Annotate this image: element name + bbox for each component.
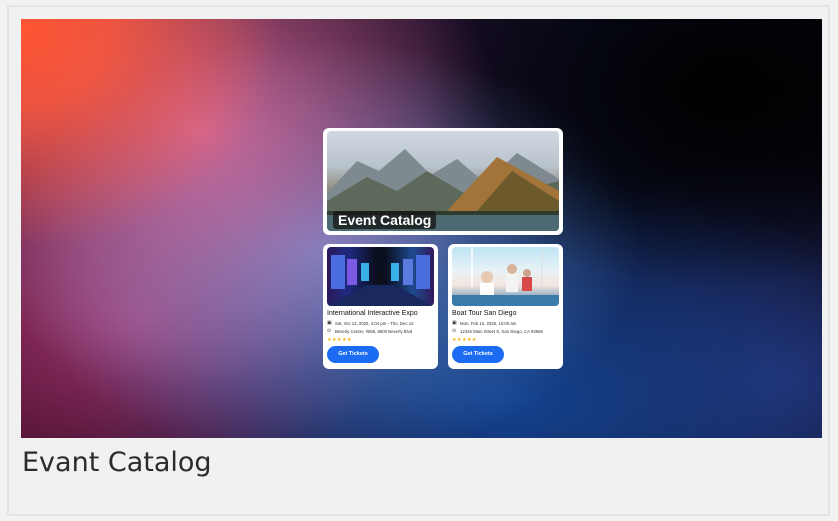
event-date: ▣ Sat, Oct 12, 2025, 4:04 pm - Thu, Dec …: [327, 320, 414, 327]
event-name: International Interactive Expo: [327, 310, 418, 317]
event-date-text: Mon, Feb 10, 2025, 10:00 am: [460, 321, 517, 326]
catalog-banner-card: Event Catalog: [323, 128, 563, 235]
boat-tour-illustration: [452, 247, 559, 306]
event-date-text: Sat, Oct 12, 2025, 4:04 pm - Thu, Dec 12: [335, 321, 414, 326]
expo-image: [327, 247, 434, 306]
expo-hall-illustration: [327, 255, 434, 306]
event-name: Boat Tour San Diego: [452, 310, 517, 317]
calendar-icon: ▣: [452, 320, 457, 326]
page-title: Evant Catalog: [22, 447, 212, 478]
event-location-text: 12345 Main Street S, San Diego, CA 93566: [460, 329, 543, 334]
get-tickets-button[interactable]: Get Tickets: [452, 346, 504, 363]
rating-stars: ★★★★★: [327, 337, 352, 343]
catalog-title: Event Catalog: [333, 211, 437, 229]
event-location: ⊙ Beverly Center, #656, 8500 Beverly Blv…: [327, 328, 413, 335]
boat-tour-image: [452, 247, 559, 306]
event-location: ⊙ 12345 Main Street S, San Diego, CA 935…: [452, 328, 543, 335]
event-date: ▣ Mon, Feb 10, 2025, 10:00 am: [452, 320, 517, 327]
calendar-icon: ▣: [327, 320, 332, 326]
get-tickets-button[interactable]: Get Tickets: [327, 346, 379, 363]
location-pin-icon: ⊙: [327, 328, 332, 334]
mountain-lake-image: Event Catalog: [327, 131, 559, 231]
location-pin-icon: ⊙: [452, 328, 457, 334]
hero-background: Event Catalog International Interactive …: [21, 19, 822, 438]
event-location-text: Beverly Center, #656, 8500 Beverly Blvd: [335, 329, 413, 334]
rating-stars: ★★★★★: [452, 337, 477, 343]
event-card[interactable]: Boat Tour San Diego ▣ Mon, Feb 10, 2025,…: [448, 244, 563, 369]
event-card[interactable]: International Interactive Expo ▣ Sat, Oc…: [323, 244, 438, 369]
